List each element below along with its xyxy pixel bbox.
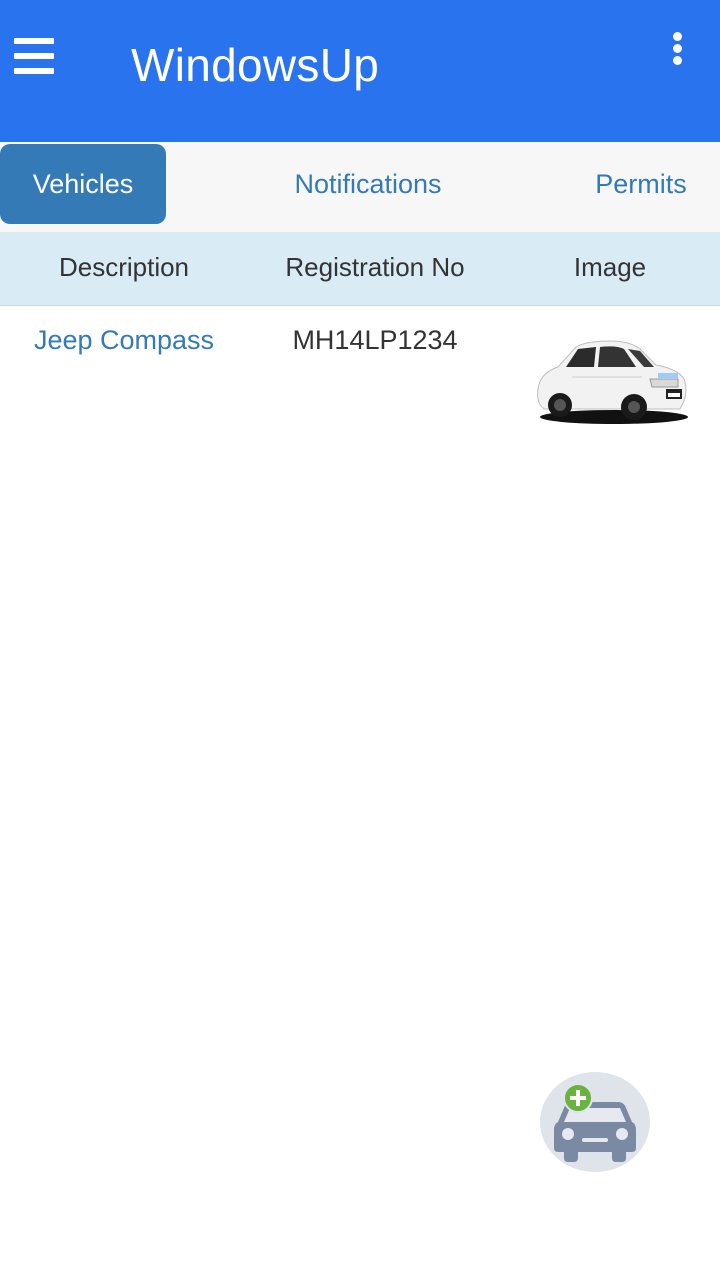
tab-bar: Vehicles Notifications Permits (0, 142, 720, 232)
car-photo-icon (537, 340, 688, 424)
tab-notifications[interactable]: Notifications (268, 144, 468, 224)
car-photo[interactable] (532, 333, 692, 427)
tab-vehicles[interactable]: Vehicles (0, 144, 166, 224)
table-header: Description Registration No Image (0, 232, 720, 306)
hamburger-menu-icon[interactable] (14, 38, 54, 78)
vehicle-description-link[interactable]: Jeep Compass (14, 325, 234, 356)
add-car-icon (554, 1083, 636, 1162)
add-vehicle-button[interactable] (540, 1072, 650, 1172)
column-header-registration: Registration No (285, 252, 465, 282)
vehicle-registration: MH14LP1234 (292, 325, 458, 355)
table-row: Jeep Compass MH14LP1234 (0, 307, 720, 437)
app-title: WindowsUp (131, 39, 380, 91)
column-header-description: Description (58, 252, 190, 282)
tab-permits[interactable]: Permits (580, 144, 702, 224)
app-bar: WindowsUp (0, 0, 720, 142)
more-options-icon[interactable] (668, 32, 686, 72)
column-header-image: Image (573, 252, 647, 282)
